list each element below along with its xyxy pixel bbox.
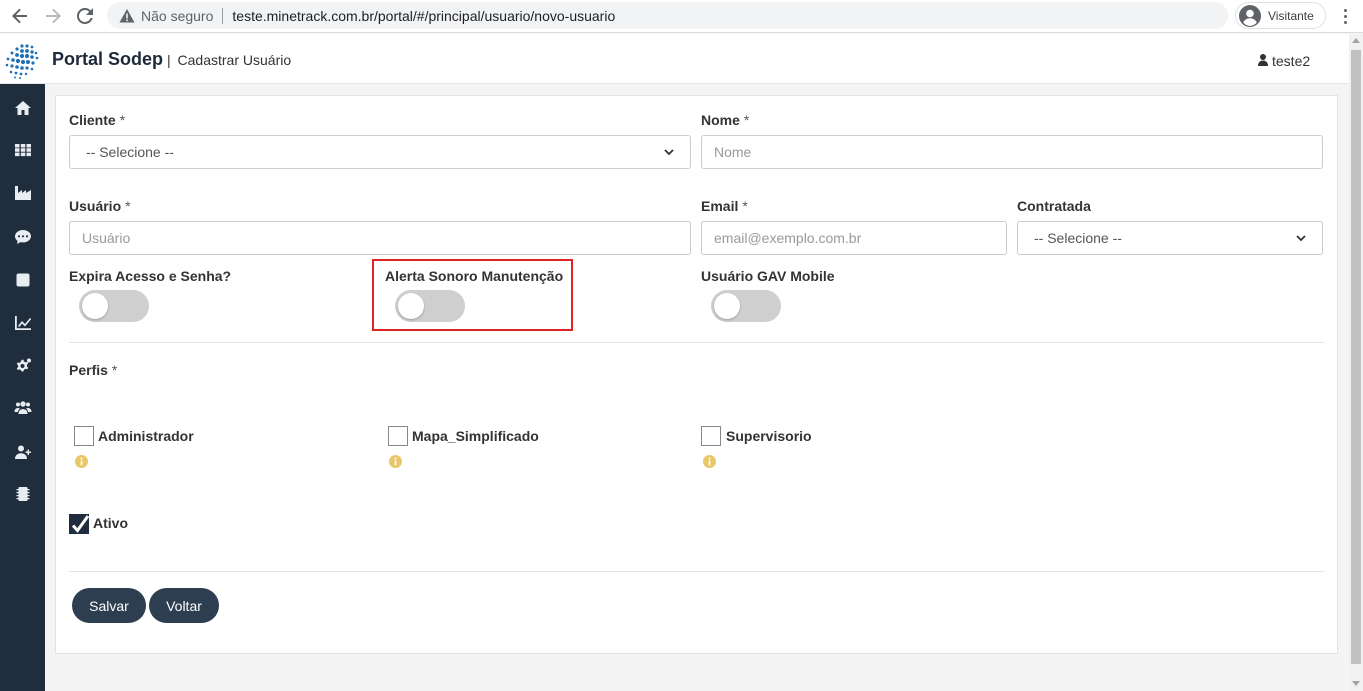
- square-icon: [16, 273, 29, 287]
- not-secure-label[interactable]: Não seguro: [141, 8, 213, 24]
- nome-input[interactable]: [701, 135, 1323, 169]
- back-button[interactable]: Voltar: [149, 588, 219, 623]
- perfil-administrador-checkbox[interactable]: [74, 426, 94, 446]
- user-icon: [1258, 53, 1268, 69]
- toggle-knob: [714, 293, 740, 319]
- chip-icon: [16, 487, 29, 501]
- reload-icon[interactable]: [73, 4, 97, 28]
- grid-icon: [14, 144, 31, 157]
- url-text[interactable]: teste.minetrack.com.br/portal/#/principa…: [232, 8, 615, 24]
- perfis-label: Perfis *: [69, 362, 118, 378]
- avatar-icon: [1239, 4, 1261, 27]
- page-scrollbar[interactable]: [1349, 34, 1363, 691]
- sidebar-item-settings[interactable]: [9, 353, 36, 379]
- gav-label: Usuário GAV Mobile: [701, 268, 835, 284]
- user-form-card: Cliente* -- Selecione -- Nome* Usuário* …: [55, 95, 1338, 654]
- factory-icon: [14, 186, 31, 200]
- profile-name: Visitante: [1268, 8, 1314, 23]
- sidebar-item-home[interactable]: [9, 95, 36, 121]
- nome-label: Nome *: [701, 112, 750, 128]
- brand-title: Portal Sodep: [52, 49, 164, 69]
- contratada-select-value: -- Selecione --: [1034, 230, 1122, 246]
- alerta-label: Alerta Sonoro Manutenção: [385, 268, 564, 284]
- alerta-toggle[interactable]: [395, 290, 465, 322]
- browser-toolbar: Não seguro teste.minetrack.com.br/portal…: [0, 0, 1363, 33]
- usuario-input[interactable]: [69, 221, 691, 255]
- contratada-select[interactable]: -- Selecione --: [1017, 221, 1323, 255]
- sidebar-item-users[interactable]: [9, 395, 36, 421]
- scroll-up-icon[interactable]: [1352, 38, 1360, 43]
- user-menu[interactable]: teste2: [1258, 53, 1310, 69]
- info-icon[interactable]: [75, 455, 88, 468]
- perfil-mapa-simplificado-label[interactable]: Mapa_Simplificado: [412, 428, 539, 444]
- sidebar-item-chart[interactable]: [9, 310, 36, 336]
- divider: [69, 342, 1324, 343]
- chat-icon: [14, 230, 31, 244]
- users-icon: [14, 401, 31, 414]
- sidebar-item-add-user[interactable]: [9, 439, 36, 465]
- info-icon[interactable]: [389, 455, 402, 468]
- expira-toggle[interactable]: [79, 290, 149, 322]
- page-title: | Cadastrar Usuário: [167, 52, 291, 68]
- check-icon: [71, 515, 90, 533]
- perfil-supervisorio-checkbox[interactable]: [701, 426, 721, 446]
- email-label: Email *: [701, 198, 748, 214]
- line-chart-icon: [14, 316, 31, 330]
- contratada-label: Contratada: [1017, 198, 1091, 214]
- info-icon[interactable]: [703, 455, 716, 468]
- toggle-knob: [82, 293, 108, 319]
- sidebar-item-chat[interactable]: [9, 224, 36, 250]
- scroll-down-icon[interactable]: [1352, 681, 1360, 686]
- chevron-down-icon: [1296, 235, 1306, 242]
- scroll-thumb[interactable]: [1351, 50, 1361, 664]
- cliente-label: Cliente *: [69, 112, 126, 128]
- toggle-knob: [398, 293, 424, 319]
- user-name: teste2: [1272, 53, 1311, 69]
- home-icon: [14, 101, 31, 115]
- sidebar-item-square[interactable]: [9, 267, 36, 293]
- divider: [69, 571, 1324, 572]
- expira-label: Expira Acesso e Senha?: [69, 268, 232, 284]
- perfil-supervisorio-label[interactable]: Supervisorio: [726, 428, 812, 444]
- save-button[interactable]: Salvar: [72, 588, 146, 623]
- title-separator: |: [167, 52, 171, 68]
- logo-icon: [2, 43, 40, 79]
- warning-icon: [119, 8, 135, 24]
- ativo-checkbox[interactable]: [69, 514, 90, 534]
- chevron-down-icon: [664, 149, 674, 156]
- cliente-select[interactable]: -- Selecione --: [69, 135, 691, 169]
- usuario-label: Usuário *: [69, 198, 131, 214]
- cliente-select-value: -- Selecione --: [86, 144, 174, 160]
- perfil-mapa-simplificado-checkbox[interactable]: [388, 426, 408, 446]
- ativo-label[interactable]: Ativo: [93, 515, 128, 531]
- sidebar-item-chip[interactable]: [9, 481, 36, 507]
- perfil-administrador-label[interactable]: Administrador: [98, 428, 194, 444]
- gears-icon: [16, 358, 31, 372]
- sidebar-item-factory[interactable]: [9, 180, 36, 206]
- sidebar: [0, 84, 45, 691]
- email-input[interactable]: [701, 221, 1007, 255]
- profile-button[interactable]: Visitante: [1235, 2, 1326, 29]
- omnibox-separator: [222, 7, 224, 24]
- back-arrow-icon[interactable]: [8, 4, 32, 28]
- browser-menu-icon[interactable]: [1333, 4, 1357, 28]
- app-header: Portal Sodep | Cadastrar Usuário teste2: [0, 34, 1349, 84]
- page-title-text: Cadastrar Usuário: [177, 52, 292, 68]
- sidebar-item-grid[interactable]: [9, 137, 36, 163]
- user-plus-icon: [14, 445, 31, 459]
- address-bar[interactable]: Não seguro teste.minetrack.com.br/portal…: [107, 2, 1228, 29]
- gav-toggle[interactable]: [711, 290, 781, 322]
- forward-arrow-icon[interactable]: [41, 4, 65, 28]
